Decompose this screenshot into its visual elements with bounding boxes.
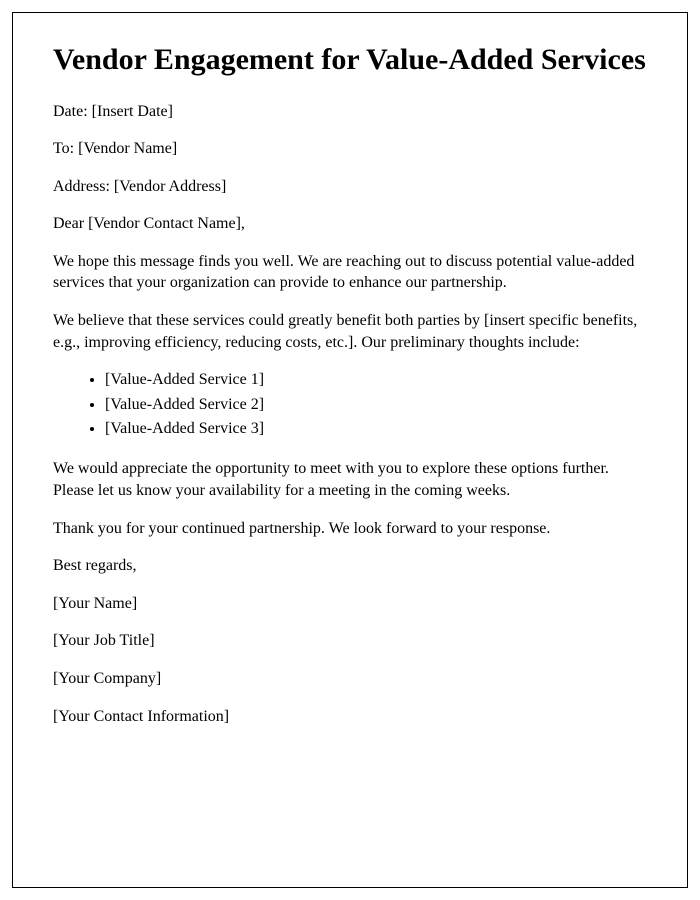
signer-contact: [Your Contact Information] [53,706,647,728]
services-list: [Value-Added Service 1] [Value-Added Ser… [105,369,647,440]
closing: Best regards, [53,555,647,577]
document-frame: Vendor Engagement for Value-Added Servic… [12,12,688,888]
meeting-paragraph: We would appreciate the opportunity to m… [53,458,647,501]
intro-paragraph: We hope this message finds you well. We … [53,251,647,294]
date-line: Date: [Insert Date] [53,101,647,123]
signer-title: [Your Job Title] [53,630,647,652]
address-line: Address: [Vendor Address] [53,176,647,198]
signer-company: [Your Company] [53,668,647,690]
date-label: Date: [53,103,92,120]
thanks-paragraph: Thank you for your continued partnership… [53,518,647,540]
salutation: Dear [Vendor Contact Name], [53,213,647,235]
to-line: To: [Vendor Name] [53,138,647,160]
list-item: [Value-Added Service 1] [105,369,647,391]
address-label: Address: [53,178,114,195]
to-value: [Vendor Name] [78,140,177,157]
to-label: To: [53,140,78,157]
list-item: [Value-Added Service 3] [105,418,647,440]
signer-name: [Your Name] [53,593,647,615]
date-value: [Insert Date] [92,103,173,120]
benefits-paragraph: We believe that these services could gre… [53,310,647,353]
list-item: [Value-Added Service 2] [105,394,647,416]
address-value: [Vendor Address] [114,178,226,195]
document-title: Vendor Engagement for Value-Added Servic… [53,41,647,79]
